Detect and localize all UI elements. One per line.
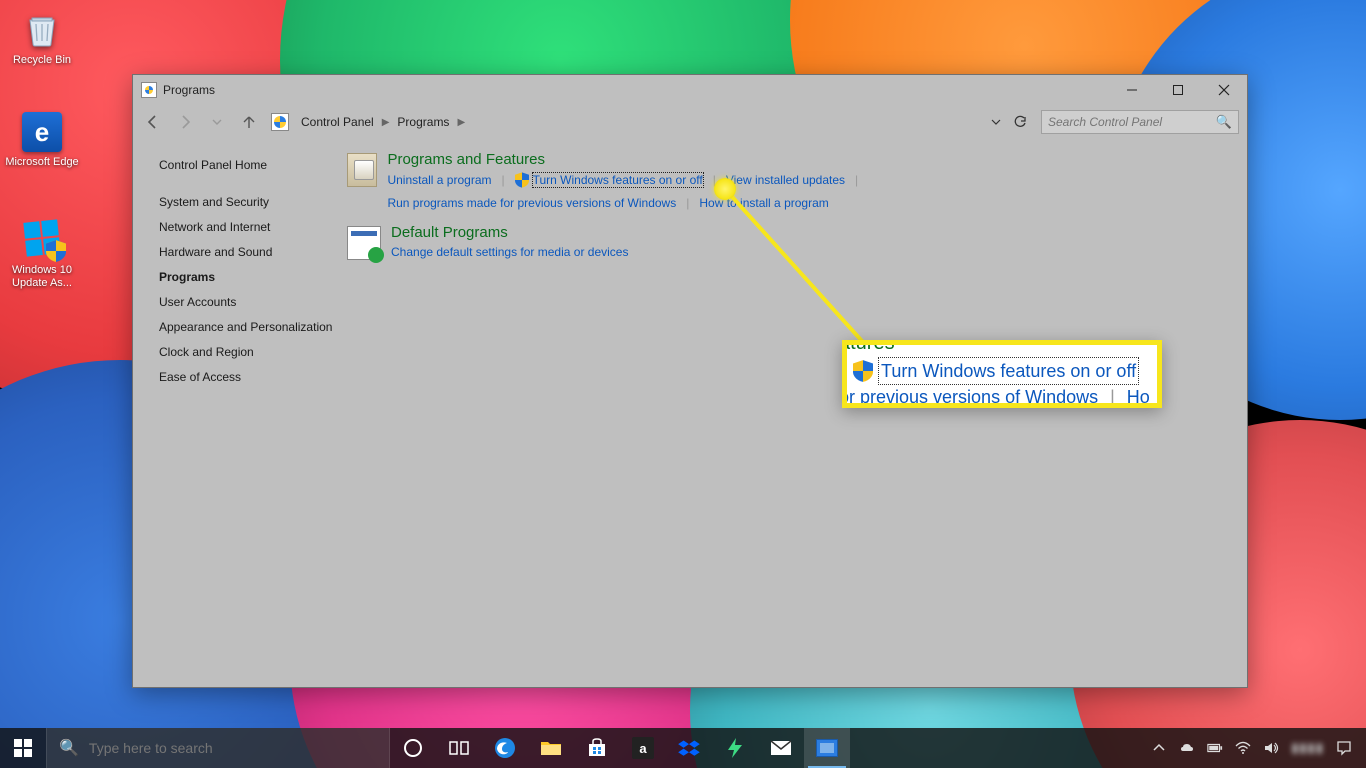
search-icon: 🔍	[59, 738, 79, 758]
tray-overflow-button[interactable]	[1151, 740, 1167, 756]
sidebar: Control Panel Home System and Security N…	[133, 139, 341, 687]
windows-update-icon	[20, 216, 64, 260]
task-view-button[interactable]	[436, 728, 482, 768]
default-programs-icon	[347, 226, 381, 260]
cortana-button[interactable]	[390, 728, 436, 768]
section-programs-features: Programs and Features Uninstall a progra…	[347, 151, 1207, 210]
maximize-button[interactable]	[1155, 75, 1201, 105]
taskbar-search[interactable]: 🔍	[46, 728, 390, 768]
address-bar: Control Panel ▶ Programs ▶ 🔍	[133, 105, 1247, 139]
uac-shield-icon	[853, 360, 873, 382]
taskbar-app-file-explorer[interactable]	[528, 728, 574, 768]
link-run-compat[interactable]: Run programs made for previous versions …	[387, 196, 676, 210]
link-view-installed-updates[interactable]: View installed updates	[726, 173, 845, 187]
address-dropdown-button[interactable]	[985, 111, 1007, 133]
taskbar-app-dropbox[interactable]	[666, 728, 712, 768]
amazon-icon: a	[631, 736, 655, 760]
section-default-programs: Default Programs Change default settings…	[347, 224, 1207, 260]
link-turn-windows-features[interactable]: Turn Windows features on or off	[533, 173, 703, 187]
taskbar-app-store[interactable]	[574, 728, 620, 768]
close-button[interactable]	[1201, 75, 1247, 105]
store-icon	[585, 736, 609, 760]
sidebar-home[interactable]: Control Panel Home	[159, 153, 333, 178]
sidebar-item-ease-of-access[interactable]: Ease of Access	[159, 365, 333, 390]
titlebar[interactable]: Programs	[133, 75, 1247, 105]
folder-icon	[539, 736, 563, 760]
link-uninstall-program[interactable]: Uninstall a program	[387, 173, 491, 187]
minimize-button[interactable]	[1109, 75, 1155, 105]
taskbar-app-control-panel[interactable]	[804, 728, 850, 768]
main-panel: Programs and Features Uninstall a progra…	[341, 139, 1247, 687]
search-icon[interactable]: 🔍	[1216, 114, 1232, 130]
annotation-callout: atures Turn Windows features on or off o…	[842, 340, 1162, 408]
uac-shield-icon	[515, 172, 529, 188]
control-panel-icon	[815, 736, 839, 760]
volume-icon[interactable]	[1263, 740, 1279, 756]
callout-main-text: Turn Windows features on or off	[879, 358, 1138, 384]
section-heading[interactable]: Programs and Features	[387, 151, 1207, 168]
cortana-icon	[401, 736, 425, 760]
desktop-icon-label: Windows 10 Update As...	[4, 264, 80, 289]
desktop-icon-label: Microsoft Edge	[4, 156, 80, 169]
recent-locations-button[interactable]	[203, 109, 231, 135]
action-center-button[interactable]	[1336, 740, 1352, 756]
sidebar-item-hardware-sound[interactable]: Hardware and Sound	[159, 240, 333, 265]
recycle-bin-icon	[20, 6, 64, 50]
breadcrumb-root[interactable]: Control Panel	[301, 115, 374, 129]
start-button[interactable]	[0, 728, 46, 768]
refresh-button[interactable]	[1009, 111, 1031, 133]
taskbar-app-edge[interactable]	[482, 728, 528, 768]
battery-icon[interactable]	[1207, 740, 1223, 756]
lightning-icon	[723, 736, 747, 760]
control-panel-icon	[141, 82, 157, 98]
breadcrumb[interactable]: Control Panel ▶ Programs ▶	[297, 115, 465, 129]
taskbar-app-mail[interactable]	[758, 728, 804, 768]
sidebar-item-user-accounts[interactable]: User Accounts	[159, 290, 333, 315]
taskbar: 🔍 a ▮▮▮▮	[0, 728, 1366, 768]
programs-features-icon	[347, 153, 377, 187]
taskbar-search-input[interactable]	[89, 740, 349, 756]
taskbar-app-amazon[interactable]: a	[620, 728, 666, 768]
sidebar-item-system-security[interactable]: System and Security	[159, 190, 333, 215]
up-button[interactable]	[235, 109, 263, 135]
location-icon	[271, 113, 289, 131]
mail-icon	[769, 736, 793, 760]
edge-icon: e	[22, 112, 62, 152]
window-title: Programs	[163, 83, 215, 97]
breadcrumb-current[interactable]: Programs	[397, 115, 449, 129]
dropbox-icon	[677, 736, 701, 760]
link-change-defaults[interactable]: Change default settings for media or dev…	[391, 245, 628, 259]
desktop-icon-recycle-bin[interactable]: Recycle Bin	[4, 6, 80, 67]
wifi-icon[interactable]	[1235, 740, 1251, 756]
sidebar-item-programs[interactable]: Programs	[159, 265, 333, 290]
sidebar-item-network-internet[interactable]: Network and Internet	[159, 215, 333, 240]
back-button[interactable]	[139, 109, 167, 135]
sidebar-item-clock-region[interactable]: Clock and Region	[159, 340, 333, 365]
chevron-right-icon: ▶	[457, 117, 465, 128]
edge-icon	[493, 736, 517, 760]
search-box[interactable]: 🔍	[1041, 110, 1239, 134]
annotation-dot	[714, 178, 736, 200]
desktop-icon-label: Recycle Bin	[4, 54, 80, 67]
system-tray: ▮▮▮▮	[1137, 728, 1366, 768]
tray-clock[interactable]: ▮▮▮▮	[1291, 740, 1324, 756]
section-heading[interactable]: Default Programs	[391, 224, 628, 241]
chevron-right-icon: ▶	[382, 117, 390, 128]
forward-button[interactable]	[171, 109, 199, 135]
search-input[interactable]	[1048, 115, 1216, 129]
sidebar-item-appearance[interactable]: Appearance and Personalization	[159, 315, 333, 340]
windows-logo-icon	[14, 739, 32, 757]
desktop-icon-windows-update-assistant[interactable]: Windows 10 Update As...	[4, 216, 80, 289]
task-view-icon	[447, 736, 471, 760]
desktop-icon-edge[interactable]: e Microsoft Edge	[4, 112, 80, 169]
onedrive-icon[interactable]	[1179, 740, 1195, 756]
taskbar-app-lightning[interactable]	[712, 728, 758, 768]
